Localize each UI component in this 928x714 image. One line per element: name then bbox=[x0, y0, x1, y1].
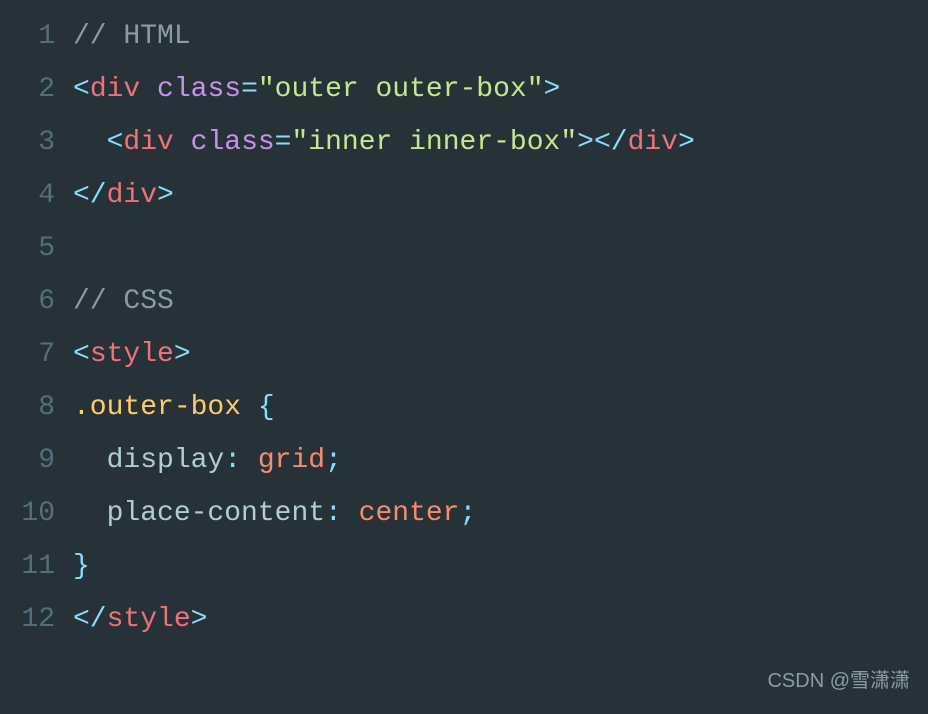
tag-bracket-token: < bbox=[73, 339, 90, 370]
equals-token: = bbox=[241, 74, 258, 105]
tag-bracket-token: > bbox=[157, 180, 174, 211]
tag-bracket-token: </ bbox=[73, 604, 107, 635]
attr-name-token: class bbox=[157, 74, 241, 105]
code-line[interactable]: display: grid; bbox=[73, 434, 928, 487]
property-token: display bbox=[107, 445, 225, 476]
code-line[interactable]: // HTML bbox=[73, 10, 928, 63]
line-number: 11 bbox=[0, 540, 55, 593]
code-editor[interactable]: 1 2 3 4 5 6 7 8 9 10 11 12 // HTML <div … bbox=[0, 0, 928, 646]
tag-name-token: div bbox=[628, 127, 678, 158]
tag-bracket-token: < bbox=[107, 127, 124, 158]
tag-bracket-token: </ bbox=[73, 180, 107, 211]
tag-name-token: style bbox=[90, 339, 174, 370]
tag-bracket-token: < bbox=[73, 74, 90, 105]
line-number: 3 bbox=[0, 116, 55, 169]
watermark-text: CSDN @雪潇潇 bbox=[767, 662, 910, 700]
code-line[interactable]: <div class="inner inner-box"></div> bbox=[73, 116, 928, 169]
attr-name-token: class bbox=[191, 127, 275, 158]
line-number: 5 bbox=[0, 222, 55, 275]
code-line[interactable]: <style> bbox=[73, 328, 928, 381]
code-line[interactable]: </div> bbox=[73, 169, 928, 222]
line-number: 8 bbox=[0, 381, 55, 434]
code-line[interactable]: // CSS bbox=[73, 275, 928, 328]
brace-token: } bbox=[73, 551, 90, 582]
colon-token: : bbox=[224, 445, 241, 476]
tag-name-token: div bbox=[123, 127, 173, 158]
line-number: 1 bbox=[0, 10, 55, 63]
tag-bracket-token: > bbox=[544, 74, 561, 105]
attr-value-token: "outer outer-box" bbox=[258, 74, 544, 105]
line-number: 2 bbox=[0, 63, 55, 116]
code-line[interactable]: <div class="outer outer-box"> bbox=[73, 63, 928, 116]
tag-bracket-token: > bbox=[577, 127, 594, 158]
code-line[interactable] bbox=[73, 222, 928, 275]
selector-token: .outer-box bbox=[73, 392, 241, 423]
tag-bracket-token: > bbox=[191, 604, 208, 635]
comment-token: // CSS bbox=[73, 286, 174, 317]
line-number: 6 bbox=[0, 275, 55, 328]
line-number-gutter: 1 2 3 4 5 6 7 8 9 10 11 12 bbox=[0, 10, 73, 646]
tag-name-token: style bbox=[107, 604, 191, 635]
value-token: center bbox=[359, 498, 460, 529]
line-number: 9 bbox=[0, 434, 55, 487]
line-number: 12 bbox=[0, 593, 55, 646]
value-token: grid bbox=[258, 445, 325, 476]
brace-token: { bbox=[258, 392, 275, 423]
comment-token: // HTML bbox=[73, 21, 191, 52]
colon-token: : bbox=[325, 498, 342, 529]
semicolon-token: ; bbox=[460, 498, 477, 529]
tag-bracket-token: > bbox=[678, 127, 695, 158]
tag-bracket-token: </ bbox=[594, 127, 628, 158]
code-line[interactable]: } bbox=[73, 540, 928, 593]
equals-token: = bbox=[275, 127, 292, 158]
line-number: 7 bbox=[0, 328, 55, 381]
code-line[interactable]: .outer-box { bbox=[73, 381, 928, 434]
code-line[interactable]: place-content: center; bbox=[73, 487, 928, 540]
code-line[interactable]: </style> bbox=[73, 593, 928, 646]
tag-bracket-token: > bbox=[174, 339, 191, 370]
property-token: place-content bbox=[107, 498, 325, 529]
tag-name-token: div bbox=[107, 180, 157, 211]
line-number: 4 bbox=[0, 169, 55, 222]
tag-name-token: div bbox=[90, 74, 140, 105]
code-area[interactable]: // HTML <div class="outer outer-box"> <d… bbox=[73, 10, 928, 646]
line-number: 10 bbox=[0, 487, 55, 540]
attr-value-token: "inner inner-box" bbox=[291, 127, 577, 158]
semicolon-token: ; bbox=[325, 445, 342, 476]
